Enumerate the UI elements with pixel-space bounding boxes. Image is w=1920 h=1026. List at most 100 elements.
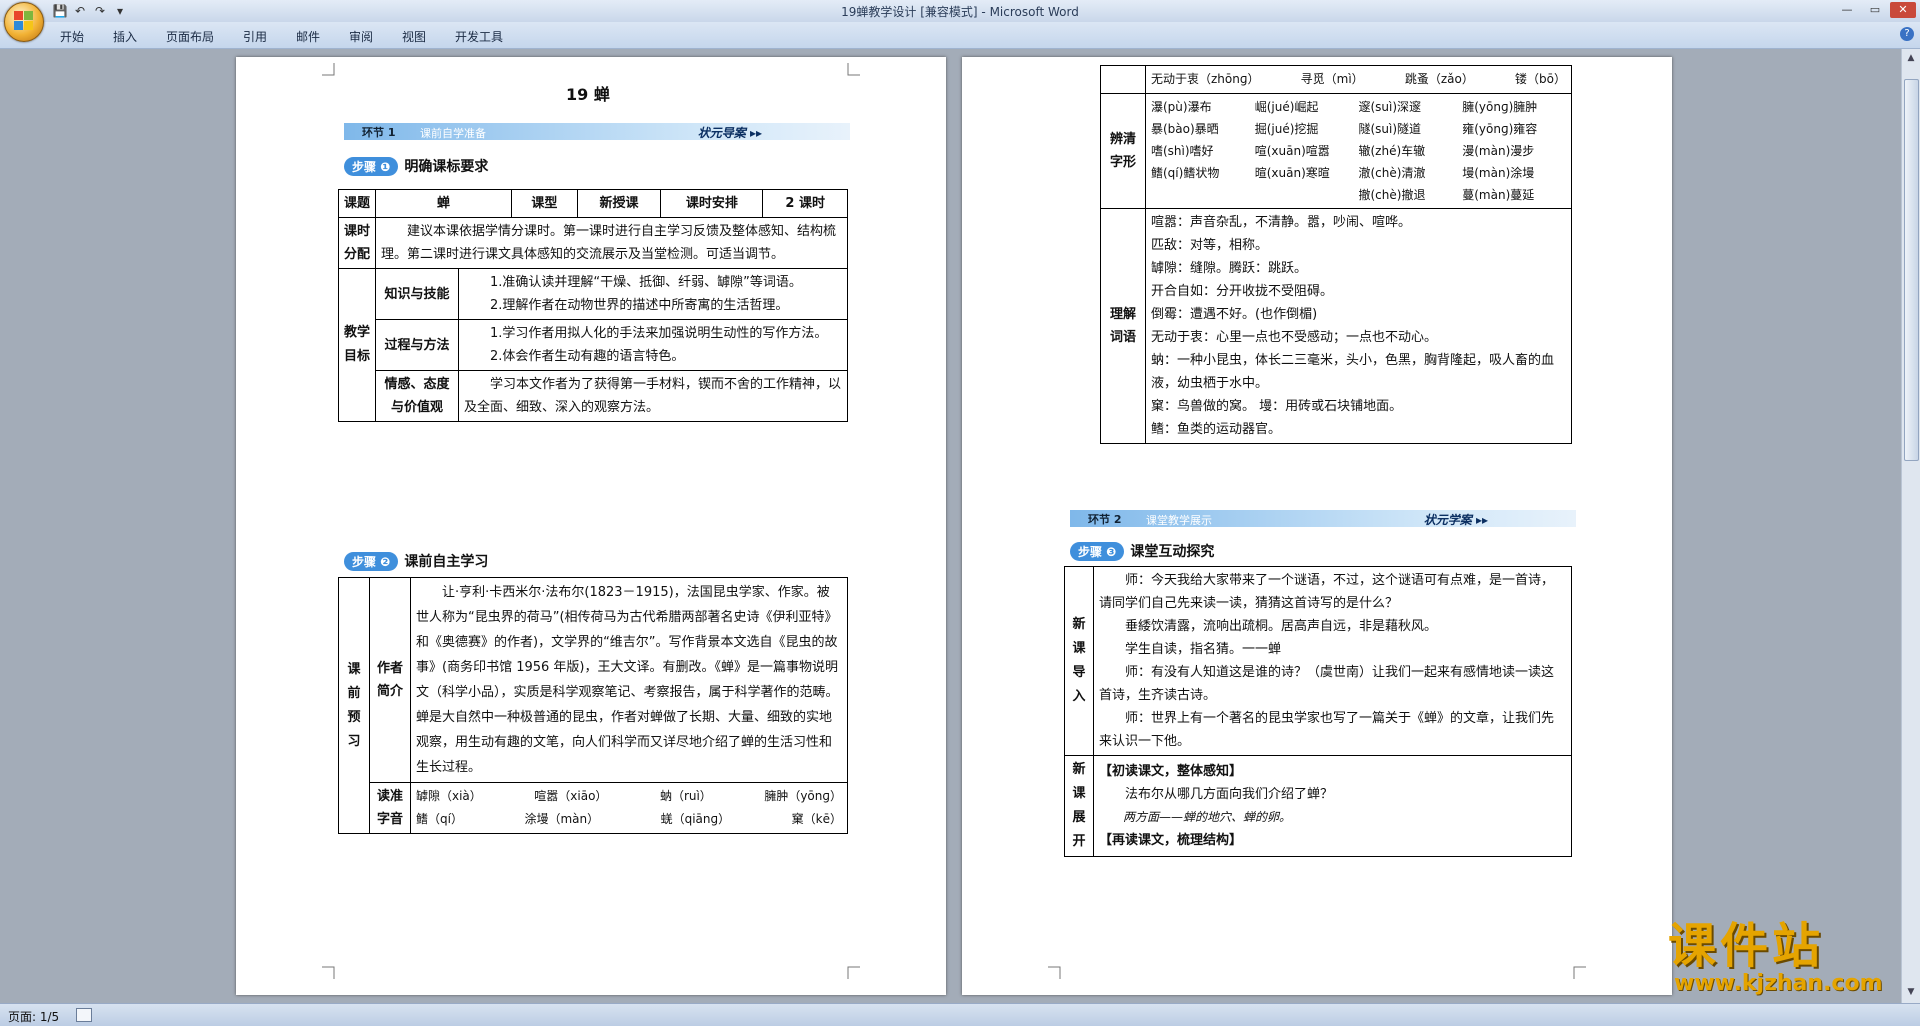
char-item: 臃(yōnɡ)臃肿 bbox=[1462, 100, 1538, 114]
pinyin-item: 蜣（qiānɡ） bbox=[660, 812, 731, 826]
char-item: 雍(yōnɡ)雍容 bbox=[1462, 122, 1538, 136]
tab-developer[interactable]: 开发工具 bbox=[455, 28, 503, 45]
lesson-line: 学生自读，指名猜。一一蝉 bbox=[1125, 642, 1282, 657]
char-compare-cell: 瀑(pù)瀑布 崛(jué)崛起 邃(suì)深邃 臃(yōnɡ)臃肿 暴(bào)暴… bbox=[1145, 93, 1572, 209]
char-item bbox=[1255, 184, 1359, 206]
lesson-line: 师：有没有人知道这是谁的诗？（虞世南）让我们一起来有感情地读一读这首诗，生齐读古… bbox=[1099, 665, 1555, 703]
pinyin-row: 鳍（qí） 涂墁（màn） 蜣（qiānɡ） 窠（kē） bbox=[416, 808, 842, 831]
cell-label-text: 课前预习 bbox=[347, 661, 361, 749]
meaning-item: 匹敌：对等，相称。 bbox=[1151, 238, 1269, 253]
cell-label: 情感、态度与价值观 bbox=[375, 370, 459, 422]
pinyin-row: 罅隙（xià） 喧嚣（xiāo） 蚋（ruì） 臃肿（yōnɡ） bbox=[416, 785, 842, 808]
cell-label: 课时安排 bbox=[660, 189, 764, 218]
char-item: 邃(suì)深邃 bbox=[1358, 100, 1422, 114]
tab-view[interactable]: 视图 bbox=[402, 28, 426, 45]
tab-references[interactable]: 引用 bbox=[243, 28, 267, 45]
cell-label: 理解词语 bbox=[1100, 208, 1146, 444]
char-item: 鳍(qí)鳍状物 bbox=[1151, 166, 1220, 180]
lesson-line: 法布尔从哪几方面向我们介绍了蝉？ bbox=[1125, 787, 1334, 802]
section-banner-1: 环节 1 课前自学准备 状元导案 ▸▸ bbox=[344, 123, 850, 140]
minimize-button[interactable]: — bbox=[1834, 2, 1860, 18]
meaning-item: 鳍：鱼类的运动器官。 bbox=[1151, 422, 1282, 437]
scroll-up-icon[interactable]: ▲ bbox=[1905, 53, 1917, 65]
meaning-item: 倒霉：遭遇不好。(也作倒楣) bbox=[1151, 307, 1318, 322]
meaning-item: 罅隙：缝隙。腾跃：跳跃。 bbox=[1151, 261, 1308, 276]
step-title: 课堂互动探究 bbox=[1130, 544, 1215, 560]
char-compare-grid: 瀑(pù)瀑布 崛(jué)崛起 邃(suì)深邃 臃(yōnɡ)臃肿 暴(bào)暴… bbox=[1151, 96, 1566, 206]
pinyin-item: 蚋（ruì） bbox=[659, 789, 712, 803]
banner-right-label: 状元学案 ▸▸ bbox=[1423, 513, 1488, 527]
document-page-2: 无动于衷（zhōnɡ） 寻觅（mì） 跳蚤（zǎo） 镂（bō） 辨清字形 瀑(… bbox=[962, 57, 1672, 995]
pinyin-item: 罅隙（xià） bbox=[416, 789, 482, 803]
cell-label: 课时分配 bbox=[338, 217, 376, 269]
char-item: 暄(xuān)寒暄 bbox=[1254, 166, 1330, 180]
meaning-item: 蚋：一种小昆虫，体长二三毫米，头小，色黑，胸背隆起，吸人畜的血液，幼虫栖于水中。 bbox=[1151, 353, 1555, 391]
cell-text: 【初读课文，整体感知】 法布尔从哪几方面向我们介绍了蝉？ 两方面——蝉的地穴、蝉… bbox=[1093, 755, 1572, 857]
tab-home[interactable]: 开始 bbox=[60, 28, 84, 45]
pinyin-cell: 罅隙（xià） 喧嚣（xiāo） 蚋（ruì） 臃肿（yōnɡ） 鳍（qí） 涂… bbox=[410, 782, 848, 834]
cell-label: 教学目标 bbox=[338, 268, 376, 422]
scrollbar-thumb[interactable] bbox=[1904, 79, 1919, 461]
lesson-line: 师：世界上有一个著名的昆虫学家也写了一篇关于《蝉》的文章，让我们先来认识一下他。 bbox=[1099, 711, 1555, 749]
goal-item: 1.学习作者用拟人化的手法来加强说明生动性的写作方法。 bbox=[490, 326, 828, 341]
char-item bbox=[1151, 184, 1255, 206]
char-item: 蔓(màn)蔓延 bbox=[1462, 188, 1535, 202]
pinyin-item: 鳍（qí） bbox=[416, 812, 463, 826]
empty-cell bbox=[1100, 65, 1146, 94]
goal-item: 2.体会作者生动有趣的语言特色。 bbox=[490, 349, 685, 364]
pinyin-item: 涂墁（màn） bbox=[524, 812, 600, 826]
pinyin-cell: 无动于衷（zhōnɡ） 寻觅（mì） 跳蚤（zǎo） 镂（bō） bbox=[1145, 65, 1572, 94]
cell-label: 课型 bbox=[511, 189, 578, 218]
crop-mark bbox=[322, 966, 335, 979]
char-item: 辙(zhé)车辙 bbox=[1358, 144, 1426, 158]
section-heading: 【再读课文，梳理结构】 bbox=[1099, 833, 1243, 848]
tab-review[interactable]: 审阅 bbox=[349, 28, 373, 45]
proofing-icon[interactable] bbox=[76, 1008, 92, 1022]
vertical-scrollbar[interactable]: ▲ ▼ bbox=[1901, 49, 1920, 1003]
maximize-button[interactable]: ▭ bbox=[1862, 2, 1888, 18]
help-icon[interactable]: ? bbox=[1900, 27, 1914, 41]
course-info-table: 课题 蝉 课型 新授课 课时安排 2 课时 课时分配 建议本课依据学情分课时。第… bbox=[338, 189, 848, 422]
section-banner-2: 环节 2 课堂教学展示 状元学案 ▸▸ bbox=[1070, 510, 1576, 527]
meaning-item: 开合自如：分开收拢不受阻碍。 bbox=[1151, 284, 1334, 299]
office-logo-icon bbox=[14, 11, 34, 31]
cell-text: 1.学习作者用拟人化的手法来加强说明生动性的写作方法。 2.体会作者生动有趣的语… bbox=[458, 319, 848, 371]
preview-table: 课前预习 作者简介 让·亨利·卡西米尔·法布尔(1823－1915)，法国昆虫学… bbox=[338, 577, 848, 834]
step-title: 课前自主学习 bbox=[404, 554, 489, 570]
lesson-line: 两方面——蝉的地穴、蝉的卵。 bbox=[1123, 810, 1292, 824]
crop-mark bbox=[847, 63, 860, 76]
crop-mark bbox=[847, 966, 860, 979]
char-item: 嗜(shì)嗜好 bbox=[1151, 144, 1214, 158]
lesson-line: 垂緌饮清露，流响出疏桐。居高声自远，非是藉秋风。 bbox=[1125, 619, 1438, 634]
meaning-item: 喧嚣：声音杂乱，不清静。嚣，吵闹、喧哗。 bbox=[1151, 215, 1412, 230]
cell-label: 新课导入 bbox=[1064, 566, 1094, 756]
tab-page-layout[interactable]: 页面布局 bbox=[166, 28, 214, 45]
crop-mark bbox=[1573, 966, 1586, 979]
cell-label: 过程与方法 bbox=[375, 319, 459, 371]
close-button[interactable]: ✕ bbox=[1890, 2, 1916, 18]
pinyin-item: 跳蚤（zǎo） bbox=[1404, 72, 1474, 86]
char-item: 瀑(pù)瀑布 bbox=[1151, 100, 1212, 114]
cell-value: 新授课 bbox=[576, 189, 662, 218]
cell-label: 知识与技能 bbox=[375, 268, 459, 320]
page-title[interactable]: 19 蝉 bbox=[566, 81, 610, 105]
page-counter[interactable]: 页面: 1/5 bbox=[8, 1008, 59, 1025]
step-pill: 步骤 ❷ bbox=[344, 551, 399, 571]
crop-mark bbox=[322, 63, 335, 76]
meaning-item: 无动于衷：心里一点也不受感动；一点也不动心。 bbox=[1151, 330, 1438, 345]
tab-mailings[interactable]: 邮件 bbox=[296, 28, 320, 45]
word-meaning-cell: 喧嚣：声音杂乱，不清静。嚣，吵闹、喧哗。 匹敌：对等，相称。 罅隙：缝隙。腾跃：… bbox=[1145, 208, 1572, 444]
char-item: 崛(jué)崛起 bbox=[1254, 100, 1319, 114]
status-bar: 页面: 1/5 bbox=[0, 1003, 1920, 1026]
cell-text: 学习本文作者为了获得第一手材料，锲而不舍的工作精神，以及全面、细致、深入的观察方… bbox=[458, 370, 848, 422]
window-controls: — ▭ ✕ bbox=[1834, 2, 1916, 18]
pinyin-item: 镂（bō） bbox=[1515, 72, 1566, 86]
pinyin-item: 寻觅（mì） bbox=[1300, 72, 1364, 86]
banner-ring-label: 环节 2 bbox=[1088, 513, 1122, 526]
site-watermark: 课件站 www.kjzhan.com bbox=[1668, 920, 1908, 1000]
office-button[interactable] bbox=[4, 2, 44, 42]
document-workspace: 19 蝉 环节 1 课前自学准备 状元导案 ▸▸ 步骤 ❶ 明确课标要求 课题 … bbox=[0, 49, 1920, 1003]
char-item: 掘(jué)挖掘 bbox=[1254, 122, 1319, 136]
tab-insert[interactable]: 插入 bbox=[113, 28, 137, 45]
pinyin-row: 无动于衷（zhōnɡ） 寻觅（mì） 跳蚤（zǎo） 镂（bō） bbox=[1151, 68, 1566, 91]
